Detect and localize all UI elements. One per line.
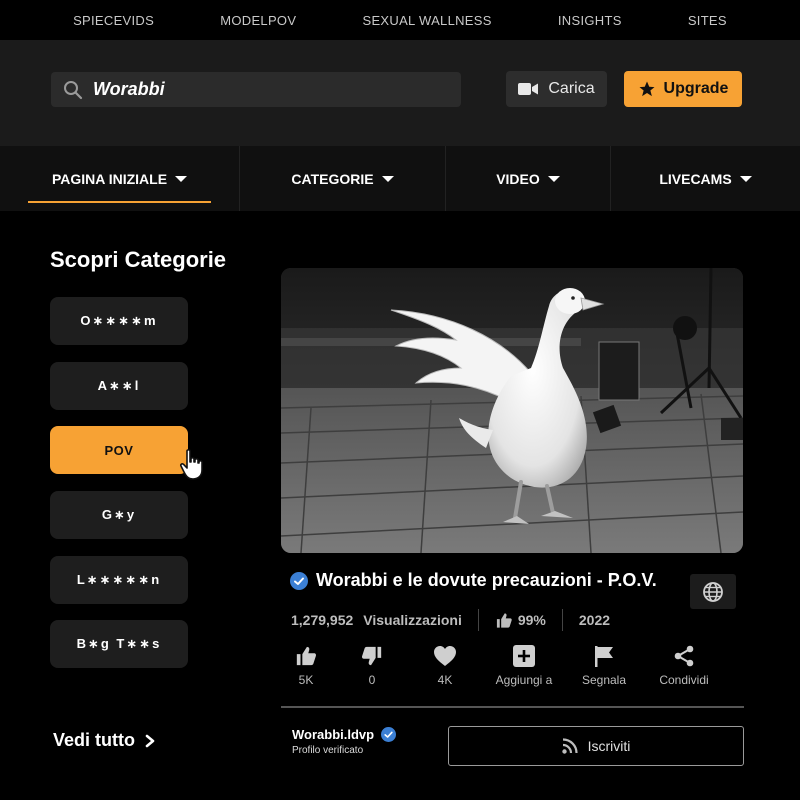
views-label: Visualizzazioni <box>363 612 462 628</box>
video-thumbnail[interactable] <box>281 268 743 553</box>
caret-down-icon <box>739 176 752 182</box>
video-actions: 5K 0 4K Aggiungi a Segnala Condividi <box>282 645 732 693</box>
nav-item-video[interactable]: VIDEO <box>446 146 611 211</box>
subscribe-button[interactable]: Iscriviti <box>448 726 744 766</box>
stats-divider <box>477 609 479 631</box>
channel-info: Worabbi.ldvp Profilo verificato <box>292 727 397 756</box>
verified-check-icon <box>381 727 397 742</box>
verified-check-icon <box>290 571 308 590</box>
like-count: 5K <box>298 673 314 687</box>
see-all-link[interactable]: Vedi tutto <box>53 730 155 751</box>
section-divider <box>281 706 744 708</box>
caret-down-icon <box>175 176 188 182</box>
nav-item-categories[interactable]: CATEGORIE <box>240 146 446 211</box>
upload-button[interactable]: Carica <box>506 71 607 107</box>
add-to-button[interactable]: Aggiungi a <box>489 645 559 687</box>
nav-item-label: VIDEO <box>496 170 540 187</box>
flag-icon <box>595 646 613 667</box>
favorite-button[interactable]: 4K <box>410 645 480 687</box>
verified-profile-text: Profilo verificato <box>292 745 364 756</box>
subscribe-label: Iscriviti <box>587 738 631 754</box>
search-bar[interactable] <box>51 72 461 107</box>
add-icon <box>513 645 535 667</box>
dislike-count: 0 <box>368 673 376 687</box>
nav-item-label: PAGINA INIZIALE <box>51 170 168 187</box>
share-icon <box>674 645 694 667</box>
top-link-sites[interactable]: SITES <box>688 13 727 28</box>
goose-photo <box>281 268 743 553</box>
rss-icon <box>561 738 578 754</box>
top-link-sexual-wallness[interactable]: SEXUAL WALLNESS <box>362 13 491 28</box>
category-button[interactable]: L∗∗∗∗∗n <box>50 556 188 604</box>
category-button[interactable]: O∗∗∗∗m <box>50 297 188 345</box>
report-button[interactable]: Segnala <box>569 645 639 687</box>
category-button[interactable]: G∗y <box>50 491 188 539</box>
category-button[interactable]: B∗g T∗∗s <box>50 620 188 668</box>
top-link-modelpov[interactable]: MODELPOV <box>220 13 296 28</box>
categories-heading: Scopri Categorie <box>50 247 227 272</box>
video-camera-icon <box>518 83 539 95</box>
view-count: 1,279,952 <box>291 612 354 628</box>
upload-label: Carica <box>548 80 595 97</box>
channel-name[interactable]: Worabbi.ldvp <box>292 727 374 742</box>
video-title-row: Worabbi e le dovute precauzioni - P.O.V. <box>290 570 657 591</box>
report-label: Segnala <box>581 673 627 687</box>
video-title[interactable]: Worabbi e le dovute precauzioni - P.O.V. <box>316 570 657 591</box>
search-input[interactable] <box>93 79 433 100</box>
upgrade-button[interactable]: Upgrade <box>624 71 742 107</box>
main-nav: PAGINA INIZIALE CATEGORIE VIDEO LIVECAMS <box>0 146 800 211</box>
stats-divider <box>561 609 563 631</box>
caret-down-icon <box>381 176 394 182</box>
heart-icon <box>434 646 456 666</box>
thumbs-up-icon <box>296 646 317 666</box>
dislike-button[interactable]: 0 <box>337 645 407 687</box>
top-links-bar: SPIECEVIDS MODELPOV SEXUAL WALLNESS INSI… <box>0 0 800 40</box>
rating-value: 99% <box>517 612 546 628</box>
favorite-count: 4K <box>437 673 453 687</box>
star-icon <box>639 81 655 97</box>
header: Carica Upgrade <box>0 40 800 146</box>
add-to-label: Aggiungi a <box>495 673 553 687</box>
pointer-hand-icon <box>180 449 203 480</box>
video-year: 2022 <box>578 612 611 628</box>
top-link-insights[interactable]: INSIGHTS <box>558 13 622 28</box>
search-icon <box>64 80 83 99</box>
share-label: Condividi <box>659 673 709 687</box>
share-button[interactable]: Condividi <box>649 645 719 687</box>
top-link-spiecevids[interactable]: SPIECEVIDS <box>73 13 154 28</box>
nav-item-label: CATEGORIE <box>291 170 374 187</box>
thumbs-down-icon <box>361 646 382 666</box>
globe-icon <box>703 581 723 602</box>
category-button-pov[interactable]: POV <box>50 426 188 474</box>
see-all-label: Vedi tutto <box>53 730 135 750</box>
upgrade-label: Upgrade <box>663 80 729 97</box>
like-button[interactable]: 5K <box>271 645 341 687</box>
nav-item-label: LIVECAMS <box>659 170 732 187</box>
language-button[interactable] <box>690 574 736 609</box>
thumbs-up-small-icon <box>496 612 512 628</box>
video-stats: 1,279,952 Visualizzazioni 99% 2022 <box>291 608 610 632</box>
caret-down-icon <box>547 176 560 182</box>
nav-item-livecams[interactable]: LIVECAMS <box>611 146 800 211</box>
nav-item-home[interactable]: PAGINA INIZIALE <box>0 146 240 211</box>
chevron-right-icon <box>145 734 155 747</box>
category-button[interactable]: A∗∗l <box>50 362 188 410</box>
